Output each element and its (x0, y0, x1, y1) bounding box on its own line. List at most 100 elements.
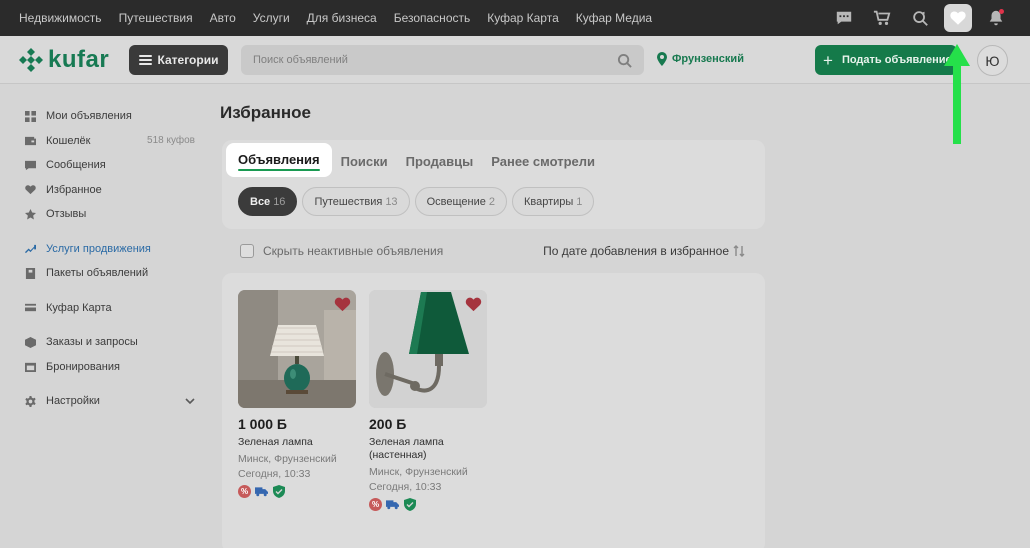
chip-count: 1 (576, 195, 583, 208)
top-icons (830, 0, 1010, 36)
chip-count: 2 (488, 195, 495, 208)
ads-list: 1 000 Б Зеленая лампа Минск, Фрунзенский… (222, 273, 765, 548)
ad-price: 200 Б (369, 416, 407, 432)
chat-icon[interactable] (830, 4, 858, 32)
tab-recently-viewed[interactable]: Ранее смотрели (482, 144, 604, 177)
chip-apartments[interactable]: Квартиры 1 (511, 187, 595, 216)
sidebar: Мои объявления Кошелёк 518 куфов Сообщен… (25, 104, 195, 414)
sidebar-item-packages[interactable]: Пакеты объявлений (25, 261, 195, 286)
ad-badges: % (238, 485, 356, 498)
topnav-services[interactable]: Услуги (253, 11, 290, 25)
chip-label: Квартиры (523, 195, 574, 208)
hide-inactive-label[interactable]: Скрыть неактивные объявления (263, 244, 443, 258)
topnav-kufar-card[interactable]: Куфар Карта (487, 11, 559, 25)
sort-selector[interactable]: По дате добавления в избранное (543, 244, 745, 258)
ad-image[interactable] (369, 290, 487, 408)
ad-card[interactable]: 200 Б Зеленая лампа (настенная) Минск, Ф… (369, 290, 487, 511)
sidebar-item-bookings[interactable]: Бронирования (25, 355, 195, 380)
search-icon[interactable] (617, 53, 632, 68)
topnav-kufar-media[interactable]: Куфар Медиа (576, 11, 652, 25)
sort-arrows-icon (733, 245, 745, 257)
sidebar-item-wallet[interactable]: Кошелёк 518 куфов (25, 129, 195, 154)
topnav-security[interactable]: Безопасность (394, 11, 471, 25)
favorite-heart-icon[interactable] (334, 296, 351, 312)
sidebar-item-label: Отзывы (46, 208, 87, 221)
tab-searches[interactable]: Поиски (332, 144, 397, 177)
topnav-real-estate[interactable]: Недвижимость (19, 11, 102, 25)
grid-icon (25, 110, 36, 122)
post-ad-button[interactable]: + Подать объявление (815, 45, 957, 75)
ad-image[interactable] (238, 290, 356, 408)
tab-sellers[interactable]: Продавцы (397, 144, 483, 177)
chip-all[interactable]: Все 16 (238, 187, 298, 216)
chip-label: Все (250, 195, 271, 208)
ad-badges: % (369, 498, 487, 511)
sidebar-item-my-ads[interactable]: Мои объявления (25, 104, 195, 129)
avatar[interactable]: Ю (977, 45, 1008, 76)
sidebar-item-label: Услуги продвижения (46, 242, 151, 255)
filter-row: Скрыть неактивные объявления По дате доб… (240, 243, 745, 259)
sidebar-item-orders[interactable]: Заказы и запросы (25, 330, 195, 355)
card-icon (25, 302, 36, 313)
tab-ads[interactable]: Объявления (226, 143, 332, 177)
topnav-auto[interactable]: Авто (210, 11, 236, 25)
favorites-tabs-card: Объявления Поиски Продавцы Ранее смотрел… (222, 140, 765, 229)
hide-inactive-checkbox[interactable] (240, 244, 254, 258)
shield-check-icon (403, 498, 416, 511)
chip-count: 13 (385, 195, 398, 208)
topnav-business[interactable]: Для бизнеса (307, 11, 377, 25)
logo[interactable]: kufar (18, 46, 109, 74)
ad-location: Минск, Фрунзенский (238, 453, 337, 465)
sidebar-item-label: Кошелёк (46, 134, 91, 147)
bell-icon[interactable] (982, 4, 1010, 32)
location-pin-icon (657, 52, 667, 66)
sidebar-item-promotion[interactable]: Услуги продвижения (25, 237, 195, 262)
sidebar-item-kufar-card[interactable]: Куфар Карта (25, 296, 195, 321)
sidebar-item-reviews[interactable]: Отзывы (25, 202, 195, 227)
gear-icon (25, 395, 36, 407)
logo-text: kufar (48, 46, 110, 73)
tabs: Объявления Поиски Продавцы Ранее смотрел… (226, 143, 604, 177)
ad-time: Сегодня, 10:33 (238, 468, 311, 480)
chip-count: 16 (273, 195, 286, 208)
heart-icon (25, 184, 36, 195)
cart-icon[interactable] (868, 4, 896, 32)
heart-icon[interactable] (944, 4, 972, 32)
shield-check-icon (272, 485, 285, 498)
sidebar-item-label: Куфар Карта (46, 301, 112, 314)
sidebar-item-messages[interactable]: Сообщения (25, 153, 195, 178)
ad-title[interactable]: Зеленая лампа (настенная) (369, 436, 487, 462)
top-bar: Недвижимость Путешествия Авто Услуги Для… (0, 0, 1030, 36)
chip-label: Освещение (426, 195, 486, 208)
topnav-travel[interactable]: Путешествия (119, 11, 193, 25)
search-input[interactable] (253, 54, 617, 66)
wallet-icon (25, 135, 36, 146)
ad-title[interactable]: Зеленая лампа (238, 436, 356, 449)
sidebar-item-settings[interactable]: Настройки (25, 389, 195, 414)
ad-card[interactable]: 1 000 Б Зеленая лампа Минск, Фрунзенский… (238, 290, 356, 498)
location-selector[interactable]: Фрунзенский (656, 52, 744, 66)
box-icon (25, 336, 36, 348)
sidebar-item-label: Сообщения (46, 159, 106, 172)
post-ad-label: Подать объявление (841, 54, 952, 66)
chip-label: Путешествия (314, 195, 383, 208)
ad-price: 1 000 Б (238, 416, 287, 432)
categories-button[interactable]: Категории (129, 45, 228, 75)
favorite-heart-icon[interactable] (465, 296, 482, 312)
discount-icon: % (369, 498, 382, 511)
search-refresh-icon[interactable] (906, 4, 934, 32)
calendar-icon (25, 361, 36, 373)
logo-mark-icon (19, 48, 43, 72)
chevron-down-icon[interactable] (185, 396, 195, 406)
trend-icon (25, 243, 36, 254)
sidebar-item-label: Пакеты объявлений (46, 267, 149, 280)
star-icon (25, 208, 36, 220)
ad-location: Минск, Фрунзенский (369, 466, 468, 478)
chip-travel[interactable]: Путешествия 13 (302, 187, 410, 216)
categories-label: Категории (157, 53, 219, 67)
plus-icon: + (823, 50, 833, 70)
chip-lighting[interactable]: Освещение 2 (414, 187, 507, 216)
sidebar-item-favorites[interactable]: Избранное (25, 178, 195, 203)
search-box (241, 45, 644, 75)
menu-icon (138, 55, 152, 65)
